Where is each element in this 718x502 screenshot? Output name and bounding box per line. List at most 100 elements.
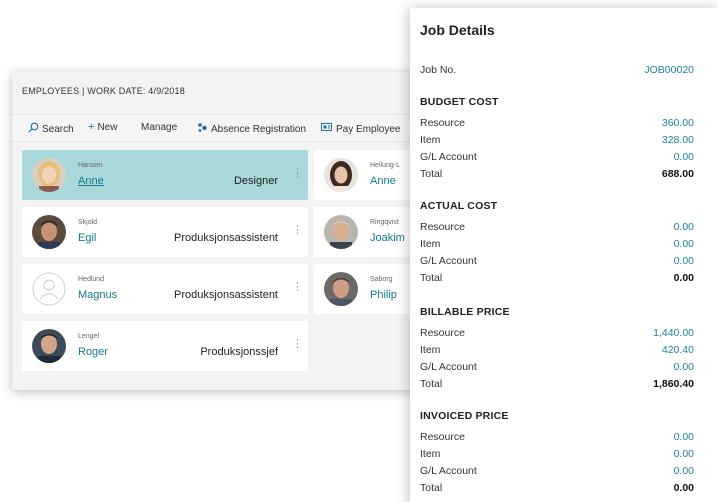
row-label: G/L Account <box>420 151 477 163</box>
detail-row: Item 420.40 <box>420 344 694 358</box>
total-row: Total 0.00 <box>420 482 694 496</box>
row-label: Resource <box>420 221 465 233</box>
job-no-row: Job No. JOB00020 <box>420 64 694 78</box>
action-toolbar: Search + New Manage Absence Registration… <box>12 114 432 142</box>
employees-window: EMPLOYEES | WORK DATE: 4/9/2018 Search +… <box>12 72 432 390</box>
row-value[interactable]: 0.00 <box>674 255 694 267</box>
employee-card[interactable]: Hansen Anne Designer ⋮ <box>22 150 308 200</box>
employee-first-name[interactable]: Anne <box>78 175 104 187</box>
job-details-panel: Job Details Job No. JOB00020 BUDGET COST… <box>410 8 718 502</box>
pay-label: Pay Employee <box>336 123 401 135</box>
absence-icon <box>197 122 208 136</box>
row-value[interactable]: 328.00 <box>662 134 694 146</box>
more-options-icon[interactable]: ⋮ <box>292 339 303 350</box>
employee-last-name: Saborg <box>370 276 393 283</box>
avatar <box>32 329 66 363</box>
employee-last-name: Hellung-L <box>370 162 400 169</box>
employee-first-name[interactable]: Egil <box>78 232 96 244</box>
job-no-value[interactable]: JOB00020 <box>644 64 694 76</box>
section-title: BILLABLE PRICE <box>420 306 510 318</box>
row-label: Item <box>420 134 441 146</box>
total-row: Total 0.00 <box>420 272 694 286</box>
detail-row: Item 328.00 <box>420 134 694 148</box>
row-label: Item <box>420 448 441 460</box>
row-value[interactable]: 0.00 <box>674 431 694 443</box>
detail-row: Resource 1,440.00 <box>420 327 694 341</box>
search-button[interactable]: Search <box>28 122 74 136</box>
absence-registration-button[interactable]: Absence Registration <box>197 122 306 136</box>
employee-first-name[interactable]: Joakim <box>370 232 405 244</box>
row-label: G/L Account <box>420 465 477 477</box>
row-value[interactable]: 0.00 <box>674 448 694 460</box>
employee-last-name: Ringqvist <box>370 219 399 226</box>
total-value: 0.00 <box>673 482 694 494</box>
employee-last-name: Hansen <box>78 162 103 169</box>
section-title: ACTUAL COST <box>420 200 498 212</box>
total-label: Total <box>420 482 443 494</box>
employee-first-name[interactable]: Anne <box>370 175 396 187</box>
detail-row: G/L Account 0.00 <box>420 151 694 165</box>
row-label: Resource <box>420 327 465 339</box>
employee-first-name[interactable]: Magnus <box>78 289 117 301</box>
employee-card[interactable]: Lengel Roger Produksjonssjef ⋮ <box>22 321 308 371</box>
employee-card[interactable]: Hedlund Magnus Produksjonsassistent ⋮ <box>22 264 308 314</box>
new-button[interactable]: + New <box>88 121 118 134</box>
detail-row: Item 0.00 <box>420 238 694 252</box>
total-row: Total 688.00 <box>420 168 694 182</box>
search-label: Search <box>42 123 74 135</box>
row-label: G/L Account <box>420 255 477 267</box>
plus-icon: + <box>88 121 95 133</box>
detail-row: G/L Account 0.00 <box>420 361 694 375</box>
new-label: New <box>97 122 118 133</box>
manage-label: Manage <box>141 122 178 133</box>
row-value[interactable]: 0.00 <box>674 151 694 163</box>
employee-last-name: Hedlund <box>78 276 105 283</box>
employee-job-title: Produksjonsassistent <box>174 232 278 244</box>
row-value[interactable]: 0.00 <box>674 238 694 250</box>
absence-label: Absence Registration <box>211 123 307 135</box>
panel-title: Job Details <box>420 22 495 38</box>
detail-row: Resource 0.00 <box>420 431 694 445</box>
employee-card[interactable]: Skjold Egil Produksjonsassistent ⋮ <box>22 207 308 257</box>
section-title: INVOICED PRICE <box>420 410 509 422</box>
row-value[interactable]: 0.00 <box>674 465 694 477</box>
employee-last-name: Lengel <box>78 333 100 340</box>
row-value[interactable]: 0.00 <box>674 221 694 233</box>
row-value[interactable]: 420.40 <box>662 344 694 356</box>
job-no-label: Job No. <box>420 64 457 76</box>
pay-employee-button[interactable]: Pay Employee <box>321 122 400 136</box>
detail-row: Resource 0.00 <box>420 221 694 235</box>
avatar <box>32 158 66 192</box>
row-label: Item <box>420 344 441 356</box>
total-value: 0.00 <box>673 272 694 284</box>
row-value[interactable]: 360.00 <box>662 117 694 129</box>
detail-row: Resource 360.00 <box>420 117 694 131</box>
total-label: Total <box>420 272 443 284</box>
more-options-icon[interactable]: ⋮ <box>292 282 303 293</box>
employee-job-title: Produksjonssjef <box>200 346 278 358</box>
total-value: 688.00 <box>661 168 694 180</box>
employee-job-title: Produksjonsassistent <box>174 289 278 301</box>
more-options-icon[interactable]: ⋮ <box>292 168 303 179</box>
row-value[interactable]: 0.00 <box>674 361 694 373</box>
detail-row: G/L Account 0.00 <box>420 465 694 479</box>
row-label: Resource <box>420 431 465 443</box>
avatar <box>324 215 358 249</box>
avatar-placeholder <box>32 272 66 306</box>
total-label: Total <box>420 168 443 180</box>
manage-button[interactable]: Manage <box>141 122 177 133</box>
section-title: BUDGET COST <box>420 96 499 108</box>
pay-icon <box>321 122 333 136</box>
employee-first-name[interactable]: Philip <box>370 289 397 301</box>
total-label: Total <box>420 378 443 390</box>
page-title: EMPLOYEES | WORK DATE: 4/9/2018 <box>22 86 185 96</box>
row-value[interactable]: 1,440.00 <box>653 327 694 339</box>
more-options-icon[interactable]: ⋮ <box>292 225 303 236</box>
total-value: 1,860.40 <box>653 378 694 390</box>
employee-first-name[interactable]: Roger <box>78 346 108 358</box>
search-icon <box>28 122 39 136</box>
avatar <box>32 215 66 249</box>
employee-job-title: Designer <box>233 175 278 187</box>
total-row: Total 1,860.40 <box>420 378 694 392</box>
detail-row: G/L Account 0.00 <box>420 255 694 269</box>
